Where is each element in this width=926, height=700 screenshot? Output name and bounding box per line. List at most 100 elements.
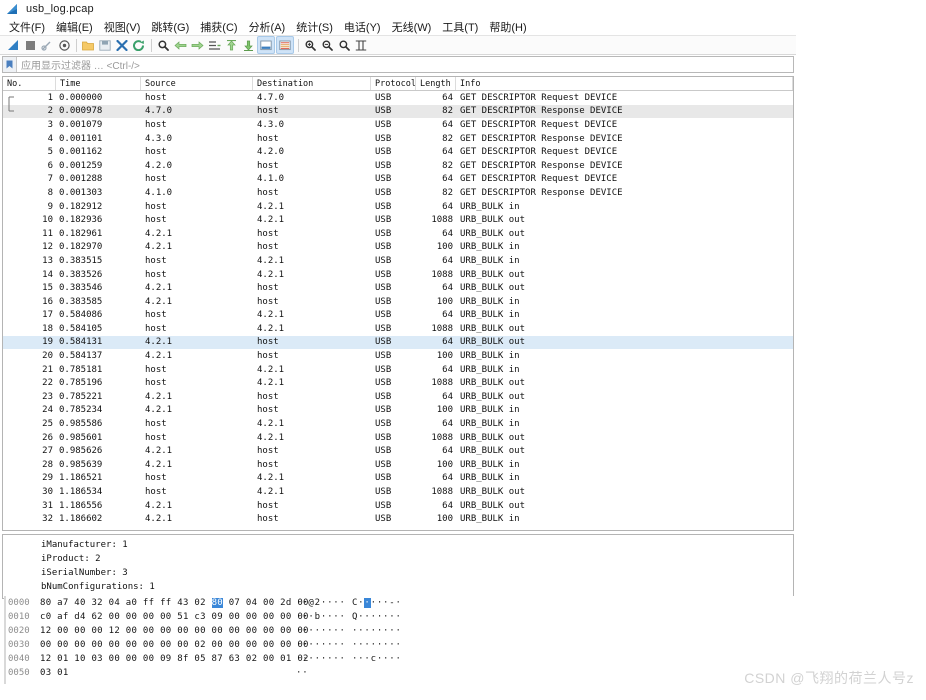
table-row[interactable]: 12 0.182970 4.2.1 host USB 100 URB_BULK in <box>3 241 793 255</box>
table-row[interactable]: 32 1.186602 4.2.1 host USB 100 URB_BULK in <box>3 512 793 526</box>
cell-time: 0.001079 <box>59 119 103 130</box>
cell-destination: 4.2.1 <box>257 432 285 443</box>
table-row[interactable]: 18 0.584105 host 4.2.1 USB 1088 URB_BULK out <box>3 322 793 336</box>
table-row[interactable]: 14 0.383526 host 4.2.1 USB 1088 URB_BULK out <box>3 268 793 282</box>
table-row[interactable]: 22 0.785196 host 4.2.1 USB 1088 URB_BULK out <box>3 376 793 390</box>
table-row[interactable]: 16 0.383585 4.2.1 host USB 100 URB_BULK in <box>3 295 793 309</box>
hex-dump-row[interactable]: 0040 12 01 10 03 00 00 00 09 8f 05 87 63 … <box>4 652 794 666</box>
cell-length: 64 <box>442 255 453 266</box>
table-row[interactable]: 27 0.985626 4.2.1 host USB 64 URB_BULK out <box>3 444 793 458</box>
packet-bytes-pane[interactable]: 0000 80 a7 40 32 04 a0 ff ff 43 02 80 07 … <box>4 596 794 684</box>
table-row[interactable]: 25 0.985586 host 4.2.1 USB 64 URB_BULK in <box>3 417 793 431</box>
table-row[interactable]: 26 0.985601 host 4.2.1 USB 1088 URB_BULK out <box>3 431 793 445</box>
table-row[interactable]: 21 0.785181 host 4.2.1 USB 64 URB_BULK in <box>3 363 793 377</box>
menu-item-file[interactable]: 文件(F) <box>9 19 45 35</box>
menu-item-view[interactable]: 视图(V) <box>104 19 141 35</box>
table-row[interactable]: 15 0.383546 4.2.1 host USB 64 URB_BULK out <box>3 281 793 295</box>
table-row[interactable]: 8 0.001303 4.1.0 host USB 82 GET DESCRIPTOR Re… <box>3 186 793 200</box>
table-row[interactable]: 3 0.001079 host 4.3.0 USB 64 GET DESCRIPTOR Re… <box>3 118 793 132</box>
menu-item-analyze[interactable]: 分析(A) <box>249 19 286 35</box>
resize-columns-icon[interactable] <box>353 37 369 53</box>
zoom-reset-icon[interactable] <box>336 37 352 53</box>
cell-no: 27 <box>42 446 53 457</box>
table-row[interactable]: 6 0.001259 4.2.0 host USB 82 GET DESCRIPTOR Re… <box>3 159 793 173</box>
hex-dump-row[interactable]: 0000 80 a7 40 32 04 a0 ff ff 43 02 80 07 … <box>4 596 794 610</box>
table-row[interactable]: 20 0.584137 4.2.1 host USB 100 URB_BULK in <box>3 349 793 363</box>
menu-item-edit[interactable]: 编辑(E) <box>56 19 93 35</box>
packet-list-header[interactable]: No. Time Source Destination Protocol Len… <box>3 77 793 91</box>
close-file-icon[interactable] <box>114 37 130 53</box>
zoom-in-icon[interactable] <box>302 37 318 53</box>
colorize-icon[interactable] <box>276 36 294 54</box>
table-row[interactable]: 17 0.584086 host 4.2.1 USB 64 URB_BULK in <box>3 309 793 323</box>
table-row[interactable]: 28 0.985639 4.2.1 host USB 100 URB_BULK in <box>3 458 793 472</box>
cell-length: 1088 <box>431 323 453 334</box>
hex-dump-row[interactable]: 0010 c0 af d4 62 00 00 00 00 51 c3 09 00 … <box>4 610 794 624</box>
zoom-out-icon[interactable] <box>319 37 335 53</box>
column-header-destination[interactable]: Destination <box>253 77 371 90</box>
stop-capture-icon[interactable] <box>22 37 38 53</box>
table-row[interactable]: 10 0.182936 host 4.2.1 USB 1088 URB_BULK out <box>3 213 793 227</box>
hex-dump-row[interactable]: 0030 00 00 00 00 00 00 00 00 00 02 00 00 … <box>4 638 794 652</box>
cell-time: 0.383546 <box>59 283 103 294</box>
save-file-icon[interactable] <box>97 37 113 53</box>
table-row[interactable]: 5 0.001162 host 4.2.0 USB 64 GET DESCRIPTOR Re… <box>3 145 793 159</box>
column-header-no[interactable]: No. <box>3 77 56 90</box>
table-row[interactable]: 29 1.186521 host 4.2.1 USB 64 URB_BULK in <box>3 472 793 486</box>
go-first-packet-icon[interactable] <box>223 37 239 53</box>
table-row[interactable]: 4 0.001101 4.3.0 host USB 82 GET DESCRIPTOR Re… <box>3 132 793 146</box>
go-to-packet-icon[interactable] <box>206 37 222 53</box>
detail-line-bnumconfigurations[interactable]: bNumConfigurations: 1 <box>3 580 793 594</box>
detail-line-iproduct[interactable]: iProduct: 2 <box>3 552 793 566</box>
cell-protocol: USB <box>375 119 392 130</box>
table-row[interactable]: 13 0.383515 host 4.2.1 USB 64 URB_BULK in <box>3 254 793 268</box>
table-row[interactable]: 19 0.584131 4.2.1 host USB 64 URB_BULK out <box>3 335 793 350</box>
column-header-info[interactable]: Info <box>456 77 793 90</box>
table-row[interactable]: 30 1.186534 host 4.2.1 USB 1088 URB_BULK out <box>3 485 793 499</box>
display-filter-bar[interactable]: 应用显示过滤器 … <Ctrl-/> <box>2 56 794 73</box>
menu-item-go[interactable]: 跳转(G) <box>151 19 189 35</box>
autoscroll-icon[interactable] <box>257 36 275 54</box>
cell-length: 100 <box>436 351 453 362</box>
table-row[interactable]: 9 0.182912 host 4.2.1 USB 64 URB_BULK in <box>3 200 793 214</box>
hex-dump-body[interactable]: 0000 80 a7 40 32 04 a0 ff ff 43 02 80 07 … <box>4 596 794 680</box>
restart-capture-icon[interactable] <box>39 37 55 53</box>
packet-detail-pane[interactable]: iManufacturer: 1 iProduct: 2 iSerialNumb… <box>2 534 794 599</box>
table-row[interactable]: 11 0.182961 4.2.1 host USB 64 URB_BULK out <box>3 227 793 241</box>
menu-item-telephony[interactable]: 电话(Y) <box>344 19 381 35</box>
menu-item-capture[interactable]: 捕获(C) <box>200 19 237 35</box>
filter-bookmark-icon[interactable] <box>3 57 17 72</box>
hex-ascii-pre: ·· <box>296 668 309 678</box>
open-file-icon[interactable] <box>80 37 96 53</box>
go-last-packet-icon[interactable] <box>240 37 256 53</box>
capture-options-icon[interactable] <box>56 37 72 53</box>
menu-item-wireless[interactable]: 无线(W) <box>392 19 432 35</box>
table-row[interactable]: 2 0.000978 4.7.0 host USB 82 GET DESCRIPTOR Re… <box>3 104 793 119</box>
hex-dump-row[interactable]: 0050 03 01 ·· <box>4 666 794 680</box>
display-filter-input[interactable]: 应用显示过滤器 … <Ctrl-/> <box>17 57 793 72</box>
start-capture-icon[interactable] <box>5 37 21 53</box>
go-back-icon[interactable] <box>172 37 188 53</box>
table-row[interactable]: 7 0.001288 host 4.1.0 USB 64 GET DESCRIPTOR Re… <box>3 173 793 187</box>
column-header-source[interactable]: Source <box>141 77 253 90</box>
detail-line-iserialnumber[interactable]: iSerialNumber: 3 <box>3 566 793 580</box>
table-row[interactable]: 1 0.000000 host 4.7.0 USB 64 GET DESCRIPTOR Re… <box>3 91 793 105</box>
menu-item-help[interactable]: 帮助(H) <box>489 19 526 35</box>
packet-list-body[interactable]: 1 0.000000 host 4.7.0 USB 64 GET DESCRIPTOR Re… <box>3 91 793 526</box>
packet-list-pane[interactable]: No. Time Source Destination Protocol Len… <box>2 76 794 531</box>
menu-item-statistics[interactable]: 统计(S) <box>296 19 333 35</box>
detail-line-imanufacturer[interactable]: iManufacturer: 1 <box>3 538 793 552</box>
column-header-protocol[interactable]: Protocol <box>371 77 416 90</box>
column-header-time[interactable]: Time <box>56 77 141 90</box>
table-row[interactable]: 31 1.186556 4.2.1 host USB 64 URB_BULK out <box>3 499 793 513</box>
table-row[interactable]: 23 0.785221 4.2.1 host USB 64 URB_BULK out <box>3 390 793 404</box>
menu-item-tools[interactable]: 工具(T) <box>442 19 478 35</box>
go-forward-icon[interactable] <box>189 37 205 53</box>
cell-info: URB_BULK out <box>460 432 526 443</box>
reload-file-icon[interactable] <box>131 37 147 53</box>
find-packet-icon[interactable] <box>155 37 171 53</box>
table-row[interactable]: 24 0.785234 4.2.1 host USB 100 URB_BULK in <box>3 404 793 418</box>
menu-bar[interactable]: 文件(F) 编辑(E) 视图(V) 跳转(G) 捕获(C) 分析(A) 统计(S… <box>0 18 796 35</box>
column-header-length[interactable]: Length <box>416 77 456 90</box>
hex-dump-row[interactable]: 0020 12 00 00 00 12 00 00 00 00 00 00 00 … <box>4 624 794 638</box>
